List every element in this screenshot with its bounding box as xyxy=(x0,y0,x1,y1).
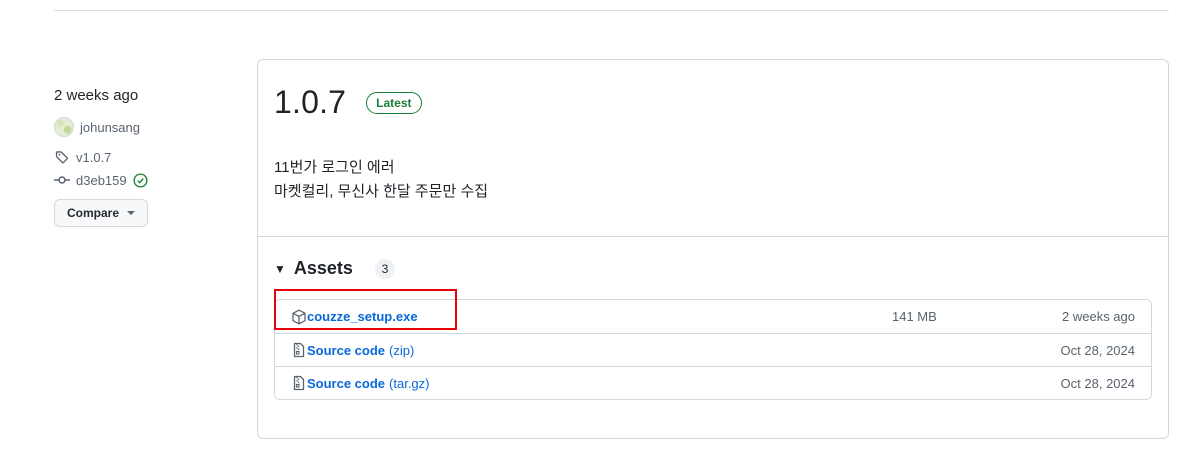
chevron-down-icon xyxy=(127,211,136,215)
assets-count-badge: 3 xyxy=(374,258,395,279)
tag-icon xyxy=(54,149,70,165)
asset-date: Oct 28, 2024 xyxy=(1060,375,1135,391)
package-icon xyxy=(291,309,307,325)
release-author[interactable]: johunsang xyxy=(54,117,234,137)
release-date: 2 weeks ago xyxy=(54,87,139,104)
triangle-down-icon: ▼ xyxy=(274,261,286,276)
commit-sha[interactable]: d3eb159 xyxy=(76,173,127,188)
file-zip-icon xyxy=(291,375,307,391)
check-circle-icon xyxy=(133,172,149,188)
file-zip-icon xyxy=(291,342,307,358)
top-divider xyxy=(54,10,1169,11)
asset-format[interactable]: (tar.gz) xyxy=(389,376,429,391)
release-meta: 2 weeks ago johunsang v1.0.7 d3eb159 Com… xyxy=(54,86,234,227)
release-card: 1.0.7 Latest 11번가 로그인 에러 마켓컬리, 무신사 한달 주문… xyxy=(257,59,1169,439)
tag-name[interactable]: v1.0.7 xyxy=(76,150,111,165)
asset-name[interactable]: Source code xyxy=(307,376,385,391)
assets-toggle[interactable]: ▼ Assets 3 xyxy=(274,258,395,279)
asset-row: Source code (zip) Oct 28, 2024 xyxy=(275,333,1151,366)
release-header: 1.0.7 Latest xyxy=(274,84,422,121)
compare-button[interactable]: Compare xyxy=(54,199,149,227)
asset-date: Oct 28, 2024 xyxy=(1060,342,1135,358)
section-divider xyxy=(258,236,1168,237)
latest-badge: Latest xyxy=(366,91,422,114)
asset-format[interactable]: (zip) xyxy=(389,343,414,358)
asset-row: Source code (tar.gz) Oct 28, 2024 xyxy=(275,366,1151,399)
asset-link-zip[interactable]: Source code (zip) xyxy=(291,342,414,358)
asset-row: couzze_setup.exe 141 MB 2 weeks ago xyxy=(275,300,1151,333)
release-note-line: 11번가 로그인 에러 xyxy=(274,159,395,176)
asset-size: 141 MB xyxy=(892,309,937,324)
release-notes: 11번가 로그인 에러 마켓컬리, 무신사 한달 주문만 수집 xyxy=(274,156,488,204)
asset-name[interactable]: couzze_setup.exe xyxy=(307,309,418,324)
compare-label: Compare xyxy=(67,206,120,220)
release-tag[interactable]: v1.0.7 xyxy=(54,148,234,166)
asset-date: 2 weeks ago xyxy=(1062,309,1135,324)
release-title[interactable]: 1.0.7 xyxy=(274,84,346,121)
git-commit-icon xyxy=(54,172,70,188)
asset-link-tar[interactable]: Source code (tar.gz) xyxy=(291,375,430,391)
author-name[interactable]: johunsang xyxy=(80,120,140,135)
release-commit[interactable]: d3eb159 xyxy=(54,171,234,189)
assets-title: Assets xyxy=(293,258,353,278)
avatar[interactable] xyxy=(54,117,74,137)
asset-list: couzze_setup.exe 141 MB 2 weeks ago Sour… xyxy=(274,299,1152,400)
asset-link-exe[interactable]: couzze_setup.exe xyxy=(291,309,418,325)
release-note-line: 마켓컬리, 무신사 한달 주문만 수집 xyxy=(274,183,489,200)
asset-name[interactable]: Source code xyxy=(307,343,385,358)
